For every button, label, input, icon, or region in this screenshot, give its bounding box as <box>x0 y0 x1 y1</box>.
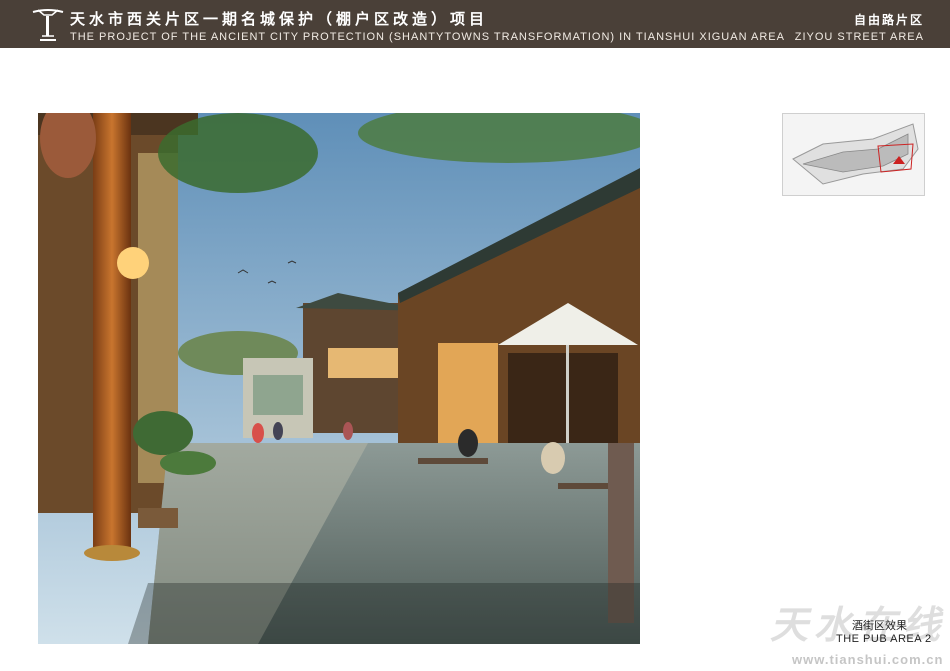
project-title-cn: 天水市西关片区一期名城保护（棚户区改造）项目 <box>70 10 489 28</box>
caption-cn: 酒街区效果 <box>852 619 907 632</box>
caption-en: THE PUB AREA 2 <box>836 633 932 645</box>
logo-icon <box>32 9 64 41</box>
project-title-en: THE PROJECT OF THE ANCIENT CITY PROTECTI… <box>70 31 785 43</box>
keymap-illustration <box>792 123 919 185</box>
site-keymap <box>782 113 925 196</box>
header-bar: 天水市西关片区一期名城保护（棚户区改造）项目 THE PROJECT OF TH… <box>0 0 950 48</box>
area-title-en: ZIYOU STREET AREA <box>794 31 924 43</box>
area-title-cn: 自由路片区 <box>853 13 924 27</box>
rendering-illustration <box>38 113 640 644</box>
watermark-url: www.tianshui.com.cn <box>792 652 944 667</box>
pub-street-rendering <box>38 113 640 644</box>
